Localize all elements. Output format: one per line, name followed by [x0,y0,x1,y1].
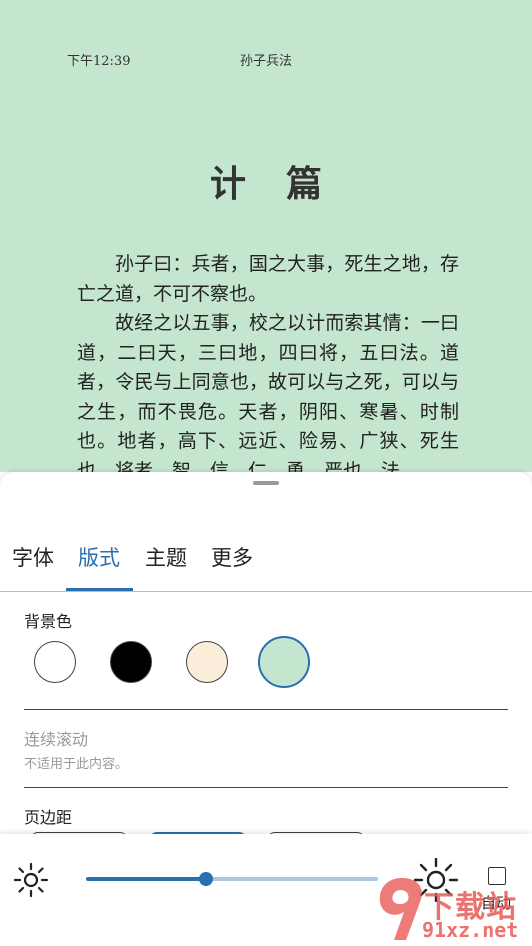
reader-page[interactable]: 下午12:39 孙子兵法 计篇 孙子曰：兵者，国之大事，死生之地，存亡之道，不可… [0,0,532,472]
paragraph: 故经之以五事，校之以计而索其情：一曰道，二曰天，三曰地，四曰将，五曰法。道者，令… [77,312,459,472]
watermark-url: 91xz.net [422,918,519,942]
settings-tabs: 字体 版式 主题 更多 [0,540,532,592]
drag-handle[interactable] [253,481,279,485]
brightness-slider[interactable] [86,872,378,886]
divider [24,787,508,788]
background-color-label: 背景色 [24,612,73,631]
divider [24,709,508,710]
tab-font[interactable]: 字体 [12,544,54,590]
watermark: 下载站 91xz.net [372,872,532,946]
chapter-title: 计篇 [209,164,362,205]
tab-layout[interactable]: 版式 [78,544,120,590]
page-margin-label: 页边距 [24,808,73,827]
status-time: 下午12:39 [67,54,131,69]
continuous-scroll-label: 连续滚动 [24,730,89,749]
brightness-low-icon [13,862,49,898]
background-swatches [0,636,532,692]
swatch-green-selected[interactable] [258,636,310,688]
tab-theme[interactable]: 主题 [145,544,187,590]
active-tab-indicator [66,588,133,591]
book-title: 孙子兵法 [240,54,293,69]
continuous-scroll-note: 不适用于此内容。 [24,757,129,772]
swatch-white[interactable] [34,641,76,683]
paragraph: 孙子曰：兵者，国之大事，死生之地，存亡之道，不可不察也。 [77,253,459,305]
brightness-slider-thumb[interactable] [198,872,213,886]
swatch-black[interactable] [110,641,152,683]
swatch-cream[interactable] [186,641,228,683]
tab-more[interactable]: 更多 [211,544,253,590]
brightness-slider-fill [86,877,206,881]
